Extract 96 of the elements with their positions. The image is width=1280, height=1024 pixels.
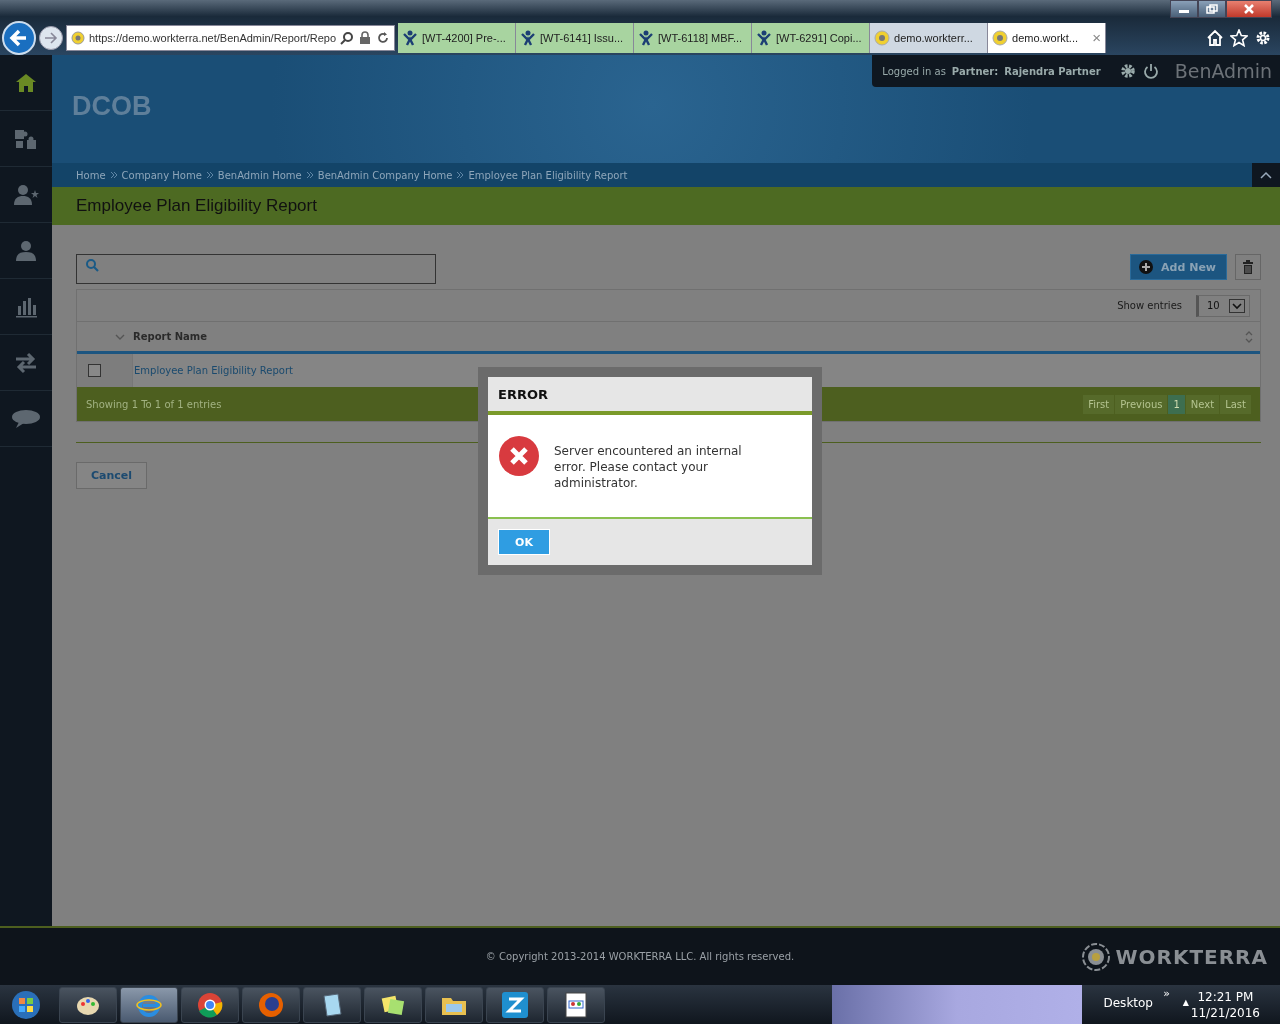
brand-name: WORKTERRA bbox=[1115, 945, 1268, 969]
taskbar-app[interactable] bbox=[303, 986, 361, 1023]
user-name: Rajendra Partner bbox=[1004, 65, 1101, 77]
tracker-icon bbox=[520, 29, 536, 46]
ok-button[interactable]: OK bbox=[498, 529, 550, 555]
settings-icon[interactable] bbox=[1118, 62, 1137, 80]
restore-icon bbox=[1206, 4, 1218, 14]
user-star-icon bbox=[13, 183, 39, 206]
taskbar-app[interactable] bbox=[486, 986, 544, 1023]
lock-icon bbox=[358, 30, 372, 45]
home-icon[interactable] bbox=[1206, 28, 1224, 47]
chevron-up-icon bbox=[1260, 171, 1272, 179]
taskbar-app[interactable] bbox=[547, 986, 605, 1023]
tracker-icon bbox=[402, 29, 418, 46]
caret-icon bbox=[1229, 298, 1245, 313]
trash-icon bbox=[1242, 260, 1254, 274]
power-icon[interactable] bbox=[1142, 63, 1159, 79]
search-field[interactable] bbox=[76, 254, 436, 284]
browser-tab[interactable]: demo.workt... × bbox=[988, 22, 1106, 53]
breadcrumb-link[interactable]: Home bbox=[76, 169, 106, 181]
forward-button[interactable] bbox=[39, 25, 63, 50]
browser-tab[interactable]: demo.workterr... bbox=[870, 22, 988, 53]
browser-tab[interactable]: [WT-6118] MBF... bbox=[634, 22, 752, 53]
user-icon bbox=[15, 239, 37, 262]
breadcrumb-link[interactable]: Company Home bbox=[121, 169, 202, 181]
bar-chart-icon bbox=[15, 295, 37, 318]
desktop-label[interactable]: Desktop bbox=[1103, 996, 1153, 1010]
star-icon[interactable] bbox=[1230, 28, 1248, 47]
letter-z-icon bbox=[501, 990, 529, 1019]
document-icon bbox=[564, 991, 588, 1018]
forward-arrow-icon bbox=[44, 30, 58, 45]
breadcrumb-link[interactable]: BenAdmin Company Home bbox=[317, 169, 453, 181]
back-button[interactable] bbox=[2, 20, 36, 55]
windows-logo-icon bbox=[11, 989, 41, 1020]
row-checkbox[interactable] bbox=[88, 364, 101, 377]
address-bar[interactable]: https://demo.workterra.net/BenAdmin/Report/Repo bbox=[66, 24, 395, 51]
swap-arrows-icon bbox=[14, 351, 38, 374]
breadcrumb-link[interactable]: Employee Plan Eligibility Report bbox=[468, 169, 628, 181]
pagination-button[interactable]: Previous bbox=[1115, 394, 1169, 414]
site-icon bbox=[992, 29, 1008, 46]
tracker-icon bbox=[756, 29, 772, 46]
tray-expand-button[interactable]: ▲ bbox=[1182, 998, 1189, 1007]
report-link[interactable]: Employee Plan Eligibility Report bbox=[133, 354, 293, 387]
browser-tab[interactable]: [WT-6141] Issu... bbox=[516, 22, 634, 53]
show-entries-label: Show entries bbox=[1117, 300, 1182, 311]
delete-button[interactable] bbox=[1235, 254, 1261, 280]
search-icon bbox=[85, 258, 99, 272]
pagination-button[interactable]: First bbox=[1083, 394, 1116, 414]
taskbar-app[interactable] bbox=[120, 986, 178, 1023]
minimize-button[interactable] bbox=[1170, 0, 1198, 18]
user-role: Partner: bbox=[951, 65, 999, 77]
restore-button[interactable] bbox=[1198, 0, 1226, 18]
copyright-text: © Copyright 2013-2014 WORKTERRA LLC. All rights reserved. bbox=[485, 951, 795, 962]
column-header[interactable]: Report Name bbox=[133, 331, 208, 342]
home-icon bbox=[15, 71, 37, 94]
puzzle-icon bbox=[14, 127, 38, 150]
collapse-button[interactable] bbox=[1252, 163, 1280, 187]
taskbar-app[interactable] bbox=[59, 986, 117, 1023]
error-icon bbox=[498, 435, 540, 477]
close-button[interactable] bbox=[1226, 0, 1272, 18]
page-size-select[interactable]: 10 bbox=[1196, 294, 1250, 317]
logo-icon bbox=[1081, 942, 1112, 972]
chevron-icon bbox=[456, 171, 465, 179]
cancel-button[interactable]: Cancel bbox=[76, 462, 148, 489]
taskbar-app[interactable] bbox=[181, 986, 239, 1023]
circle-logo-icon bbox=[197, 991, 223, 1018]
error-message: Server encountered an internal error. Please contact your administrator. bbox=[554, 443, 743, 491]
taskbar-app[interactable] bbox=[425, 986, 483, 1023]
chevron-icon bbox=[109, 171, 118, 179]
browser-tab[interactable]: [WT-6291] Copi... bbox=[752, 22, 870, 53]
chevron-icon bbox=[305, 171, 314, 179]
plus-icon bbox=[1139, 260, 1154, 274]
back-arrow-icon bbox=[9, 27, 29, 48]
chat-bubble-icon bbox=[11, 408, 41, 429]
page-title: Employee Plan Eligibility Report bbox=[76, 196, 317, 216]
entries-info: Showing 1 To 1 of 1 entries bbox=[86, 398, 222, 410]
breadcrumb-link[interactable]: BenAdmin Home bbox=[217, 169, 302, 181]
search-icon[interactable] bbox=[340, 30, 354, 45]
pagination-button[interactable]: 1 bbox=[1168, 394, 1186, 414]
app-name: BenAdmin bbox=[1174, 60, 1272, 82]
pagination-button[interactable]: Next bbox=[1185, 394, 1221, 414]
clock[interactable]: 12:21 PM 11/21/2016 bbox=[1190, 989, 1260, 1021]
pagination-button[interactable]: Last bbox=[1220, 394, 1252, 414]
company-name: DCOB bbox=[72, 91, 152, 122]
tracker-icon bbox=[638, 29, 654, 46]
login-label: Logged in as bbox=[882, 65, 946, 77]
add-new-button[interactable]: Add New bbox=[1130, 254, 1227, 280]
site-icon bbox=[71, 30, 85, 45]
close-icon bbox=[1243, 4, 1255, 14]
toolbar-chevron[interactable]: » bbox=[1163, 987, 1170, 1000]
site-icon bbox=[874, 29, 890, 46]
taskbar-app[interactable] bbox=[364, 986, 422, 1023]
refresh-icon[interactable] bbox=[376, 30, 390, 45]
browser-tab[interactable]: [WT-4200] Pre-... bbox=[398, 22, 516, 53]
close-tab-button[interactable]: × bbox=[1092, 29, 1101, 46]
chevron-icon bbox=[205, 171, 214, 179]
